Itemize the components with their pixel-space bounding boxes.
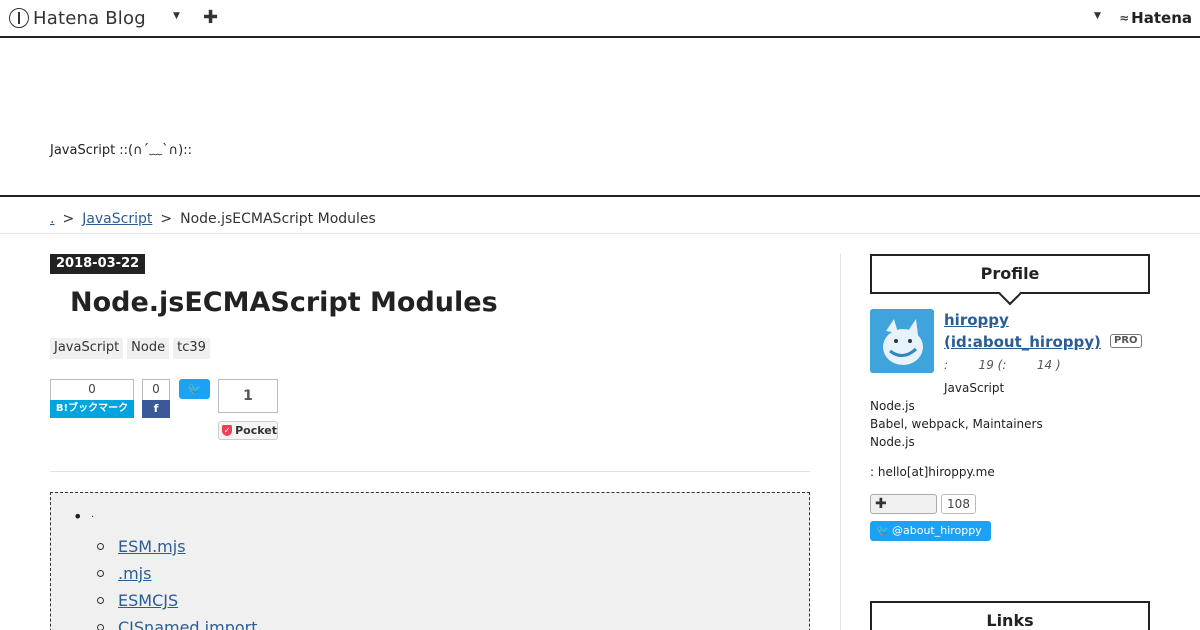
- tag-link[interactable]: Node: [127, 338, 170, 359]
- breadcrumb-home-link[interactable]: .: [50, 211, 54, 227]
- twitter-icon: 🐦: [187, 382, 202, 396]
- pocket-icon: ✓: [222, 425, 233, 436]
- tag-link[interactable]: tc39: [173, 338, 210, 359]
- hatena-wave-icon: ≈: [1119, 11, 1130, 25]
- divider: [50, 471, 810, 472]
- entry-title[interactable]: Node.jsECMAScript Modules: [70, 287, 498, 318]
- avatar[interactable]: [870, 309, 934, 373]
- toc-link[interactable]: ESM.mjs: [118, 537, 186, 556]
- blog-header: JavaScript ::(∩´﹏`∩)::: [0, 38, 1200, 197]
- facebook-share-button[interactable]: 0 f: [142, 379, 170, 419]
- global-header: Hatena Blog ▼ ✚ ▼ ≈ Hatena: [0, 0, 1200, 38]
- circle-bullet-icon: [97, 570, 104, 577]
- add-entry-button[interactable]: ✚: [203, 7, 218, 28]
- entry-tags: JavaScript Node tc39: [50, 338, 210, 359]
- chevron-down-icon[interactable]: ▼: [173, 11, 180, 21]
- pocket-button[interactable]: 1 ✓ Pocket: [218, 379, 278, 441]
- hatena-blog-logo[interactable]: Hatena Blog: [9, 7, 146, 29]
- profile-contact: : hello[at]hiroppy.me: [870, 465, 995, 479]
- hatena-logo[interactable]: ≈ Hatena: [1119, 9, 1192, 27]
- twitter-handle: @about_hiroppy: [892, 524, 982, 537]
- toc-link[interactable]: ESMCJS: [118, 591, 178, 610]
- toc-link[interactable]: CJSnamed import: [118, 618, 258, 630]
- share-buttons: 0 B!ブックマーク 0 f 🐦 1 ✓ Pocket: [50, 379, 350, 441]
- blog-description: JavaScript ::(∩´﹏`∩)::: [50, 143, 192, 158]
- twitter-icon: 🐦: [876, 524, 890, 537]
- toc-item: ESMCJS: [97, 587, 258, 614]
- avatar-image: [870, 309, 934, 373]
- pro-badge[interactable]: PRO: [1110, 334, 1142, 348]
- profile-name-link[interactable]: hiroppy (id:about_hiroppy): [944, 309, 1114, 353]
- toc-item: .mjs: [97, 560, 258, 587]
- toc-link[interactable]: .mjs: [118, 564, 151, 583]
- hatena-bookmark-count: 0: [50, 379, 134, 400]
- breadcrumb-category-link[interactable]: JavaScript: [82, 211, 152, 227]
- twitter-follow-button[interactable]: 🐦 @about_hiroppy: [870, 521, 991, 541]
- profile-line: JavaScript: [944, 381, 1005, 395]
- pen-icon: [9, 8, 29, 28]
- account-menu-chevron-icon[interactable]: ▼: [1094, 11, 1101, 21]
- toc-item: ESM.mjs: [97, 533, 258, 560]
- hatena-bookmark-button[interactable]: 0 B!ブックマーク: [50, 379, 134, 419]
- profile-line: Babel, webpack, Maintainers: [870, 417, 1043, 431]
- pocket-label: Pocket: [235, 424, 277, 437]
- hatena-logo-text: Hatena: [1131, 9, 1192, 27]
- facebook-count: 0: [142, 379, 170, 400]
- tag-link[interactable]: JavaScript: [50, 338, 124, 359]
- follower-count[interactable]: 108: [941, 494, 976, 514]
- breadcrumb-separator: >: [62, 211, 75, 227]
- toc-top-item[interactable]: .: [91, 509, 94, 520]
- profile-line: Node.js: [870, 399, 915, 413]
- breadcrumb: . > JavaScript > Node.jsECMAScript Modul…: [0, 199, 1200, 234]
- profile-age: : 19 (: 14 ): [944, 358, 1061, 372]
- table-of-contents: • . ESM.mjs .mjs ESMCJS CJSnamed import: [50, 492, 810, 630]
- breadcrumb-current: Node.jsECMAScript Modules: [180, 211, 376, 227]
- entry-date[interactable]: 2018-03-22: [50, 254, 146, 274]
- sidebar-divider: [840, 254, 841, 630]
- toc-bullet: •: [73, 507, 83, 526]
- facebook-icon: f: [142, 400, 170, 418]
- pocket-label-wrap: ✓ Pocket: [218, 421, 278, 440]
- toc-item: CJSnamed import: [97, 614, 258, 630]
- circle-bullet-icon: [97, 597, 104, 604]
- circle-bullet-icon: [97, 543, 104, 550]
- profile-module-title: Profile: [870, 254, 1150, 294]
- breadcrumb-separator: >: [160, 211, 173, 227]
- pocket-count: 1: [218, 379, 278, 413]
- twitter-share-button[interactable]: 🐦: [179, 379, 210, 399]
- logo-text: Hatena Blog: [33, 7, 146, 29]
- links-module-title: Links: [870, 601, 1150, 630]
- toc-list: ESM.mjs .mjs ESMCJS CJSnamed import: [97, 533, 258, 630]
- hatena-bookmark-label: B!ブックマーク: [50, 400, 134, 418]
- circle-bullet-icon: [97, 624, 104, 630]
- follow-button[interactable]: ✚: [870, 494, 937, 514]
- profile-line: Node.js: [870, 435, 915, 449]
